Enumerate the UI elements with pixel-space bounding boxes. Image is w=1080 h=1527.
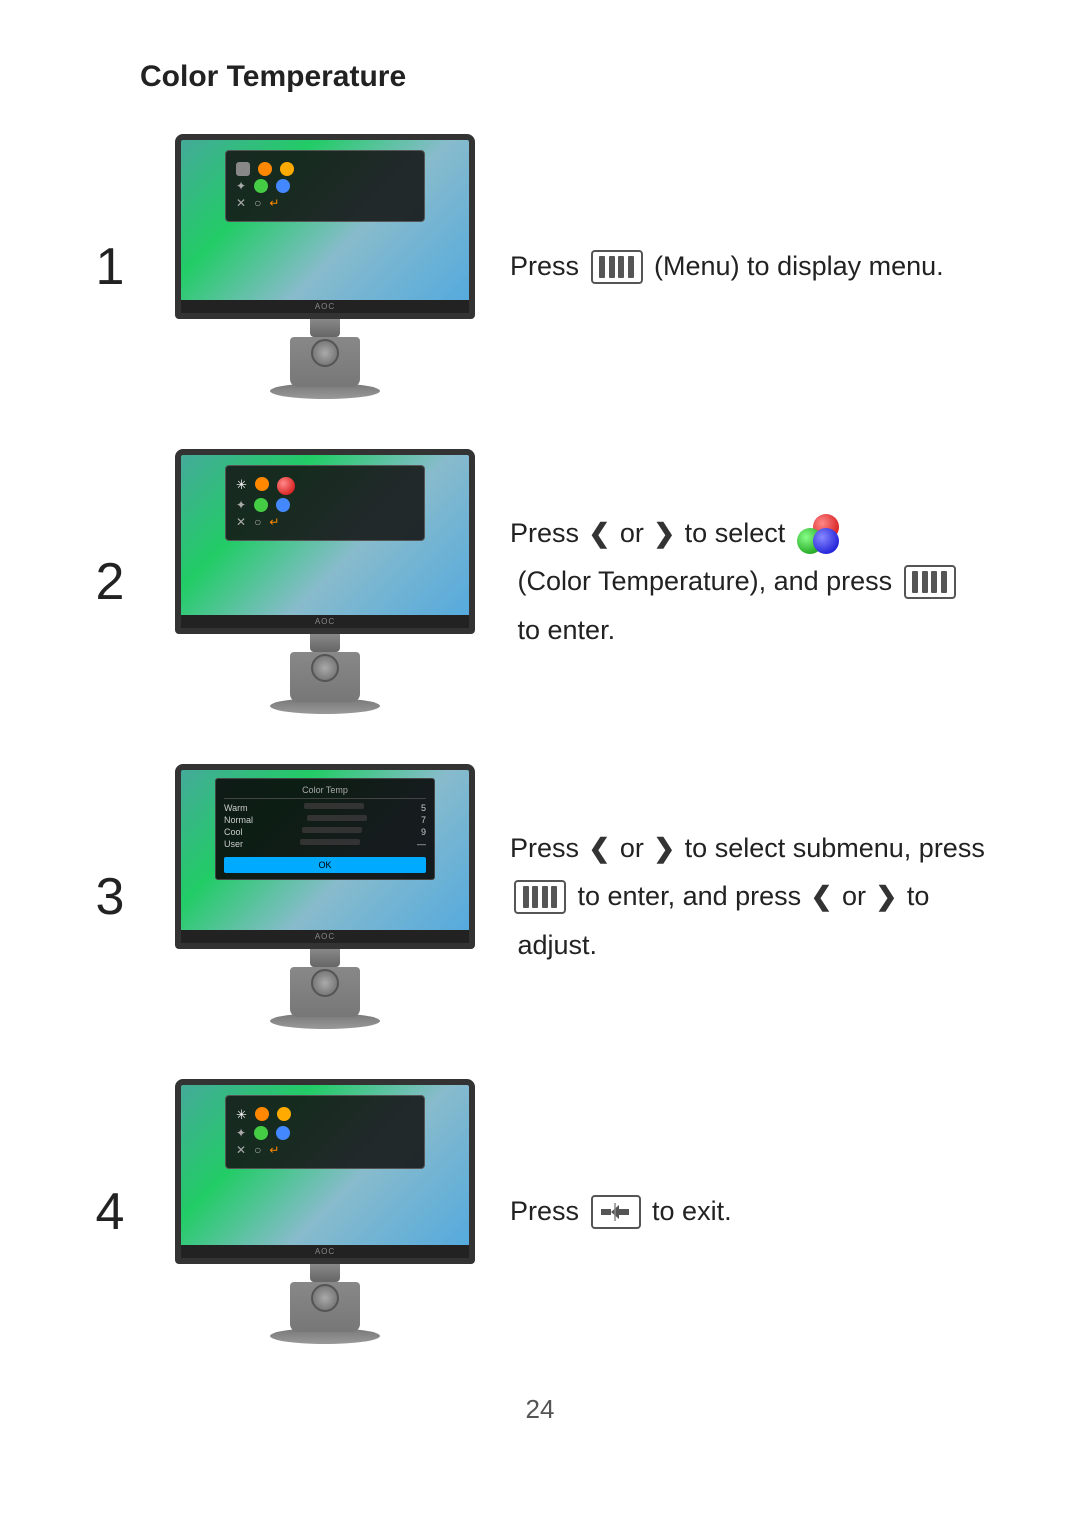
submenu-ok-btn: OK	[224, 857, 426, 873]
submenu-row-normal: Normal 7	[224, 815, 426, 825]
step-2-instruction: Press ❮ or ❯ to select (Color Temperatur…	[510, 509, 1000, 655]
step-3-instruction: Press ❮ or ❯ to select submenu, press to…	[510, 824, 1000, 970]
step-3-text: Press ❮ or ❯ to select submenu, press to…	[510, 824, 1000, 970]
or-text-2a: or	[620, 509, 644, 558]
step-2-row: 2 ✳ ✦	[80, 449, 1000, 714]
step-1-monitor: ✦ ✕ ○ ↵ AOC	[170, 134, 480, 399]
monitor-display-3: Color Temp Warm 5 Normal 7 Cool	[175, 764, 475, 949]
monitor-screen-3: Color Temp Warm 5 Normal 7 Cool	[181, 770, 469, 930]
stand-knob-1	[311, 339, 339, 367]
stand-base-1	[290, 337, 360, 387]
chevron-left-icon-2a: ❮	[589, 510, 611, 557]
submenu-header-3: Color Temp	[224, 785, 426, 799]
step-3-row: 3 Color Temp Warm 5 Normal 7	[80, 764, 1000, 1029]
menu-button-icon-1	[591, 250, 643, 284]
monitor-display-4: ✳ ✦ ✕ ○ ↵	[175, 1079, 475, 1264]
brand-2: AOC	[181, 615, 469, 628]
menu-overlay-4: ✳ ✦ ✕ ○ ↵	[225, 1095, 425, 1169]
brand-3: AOC	[181, 930, 469, 943]
page-number: 24	[80, 1394, 1000, 1425]
monitor-screen-2: ✳ ✦ ✕ ○ ↵	[181, 455, 469, 615]
submenu-panel-3: Color Temp Warm 5 Normal 7 Cool	[215, 778, 435, 880]
submenu-row-warm: Warm 5	[224, 803, 426, 813]
stand-top-4	[310, 1264, 340, 1282]
step-1-instruction: Press (Menu) to display menu.	[510, 246, 1000, 287]
chevron-right-icon-3b: ❯	[653, 825, 675, 872]
stand-knob-3	[311, 969, 339, 997]
monitor-display-2: ✳ ✦ ✕ ○ ↵	[175, 449, 475, 634]
chevron-right-icon-2a: ❯	[653, 510, 675, 557]
step-3-number: 3	[80, 867, 140, 927]
stand-base-3	[290, 967, 360, 1017]
menu-button-icon-3a	[514, 880, 566, 914]
step-4-row: 4 ✳ ✦	[80, 1079, 1000, 1344]
step-4-instruction: Press to exit.	[510, 1191, 1000, 1232]
stand-base-4	[290, 1282, 360, 1332]
stand-top-3	[310, 949, 340, 967]
monitor-display-1: ✦ ✕ ○ ↵ AOC	[175, 134, 475, 319]
step-1-text2: (Menu) to display menu.	[647, 246, 944, 287]
or-text-3a: or	[620, 824, 644, 873]
exit-button-icon	[591, 1195, 641, 1229]
stand-top-1	[310, 319, 340, 337]
page-content: Color Temperature 1 ✦	[0, 0, 1080, 1505]
step-1-number: 1	[80, 237, 140, 297]
stand-knob-2	[311, 654, 339, 682]
menu-button-icon-2	[904, 565, 956, 599]
menu-overlay-2: ✳ ✦ ✕ ○ ↵	[225, 465, 425, 541]
step-2-monitor: ✳ ✦ ✕ ○ ↵	[170, 449, 480, 714]
step-4-text: Press to exit.	[510, 1191, 732, 1232]
monitor-screen-4: ✳ ✦ ✕ ○ ↵	[181, 1085, 469, 1245]
step-2-number: 2	[80, 552, 140, 612]
step-3-monitor: Color Temp Warm 5 Normal 7 Cool	[170, 764, 480, 1029]
step-1-text: Press	[510, 246, 587, 287]
brand-4: AOC	[181, 1245, 469, 1258]
monitor-screen-1: ✦ ✕ ○ ↵	[181, 140, 469, 300]
chevron-right-icon-3d: ❯	[876, 873, 898, 920]
step-4-monitor: ✳ ✦ ✕ ○ ↵	[170, 1079, 480, 1344]
step-1-row: 1 ✦	[80, 134, 1000, 399]
chevron-left-icon-3c: ❮	[811, 873, 833, 920]
step-4-number: 4	[80, 1182, 140, 1242]
chevron-left-icon-3a: ❮	[589, 825, 611, 872]
section-title: Color Temperature	[140, 60, 1000, 94]
color-temperature-icon	[797, 514, 841, 552]
stand-knob-4	[311, 1284, 339, 1312]
stand-top-2	[310, 634, 340, 652]
brand-1: AOC	[181, 300, 469, 313]
to-text-3: to	[907, 872, 930, 921]
submenu-row-user: User —	[224, 839, 426, 849]
stand-base-2	[290, 652, 360, 702]
submenu-row-cool: Cool 9	[224, 827, 426, 837]
step-2-text: Press ❮ or ❯ to select (Color Temperatur…	[510, 509, 1000, 655]
or-text-3b: or	[842, 872, 866, 921]
menu-overlay-1: ✦ ✕ ○ ↵	[225, 150, 425, 222]
